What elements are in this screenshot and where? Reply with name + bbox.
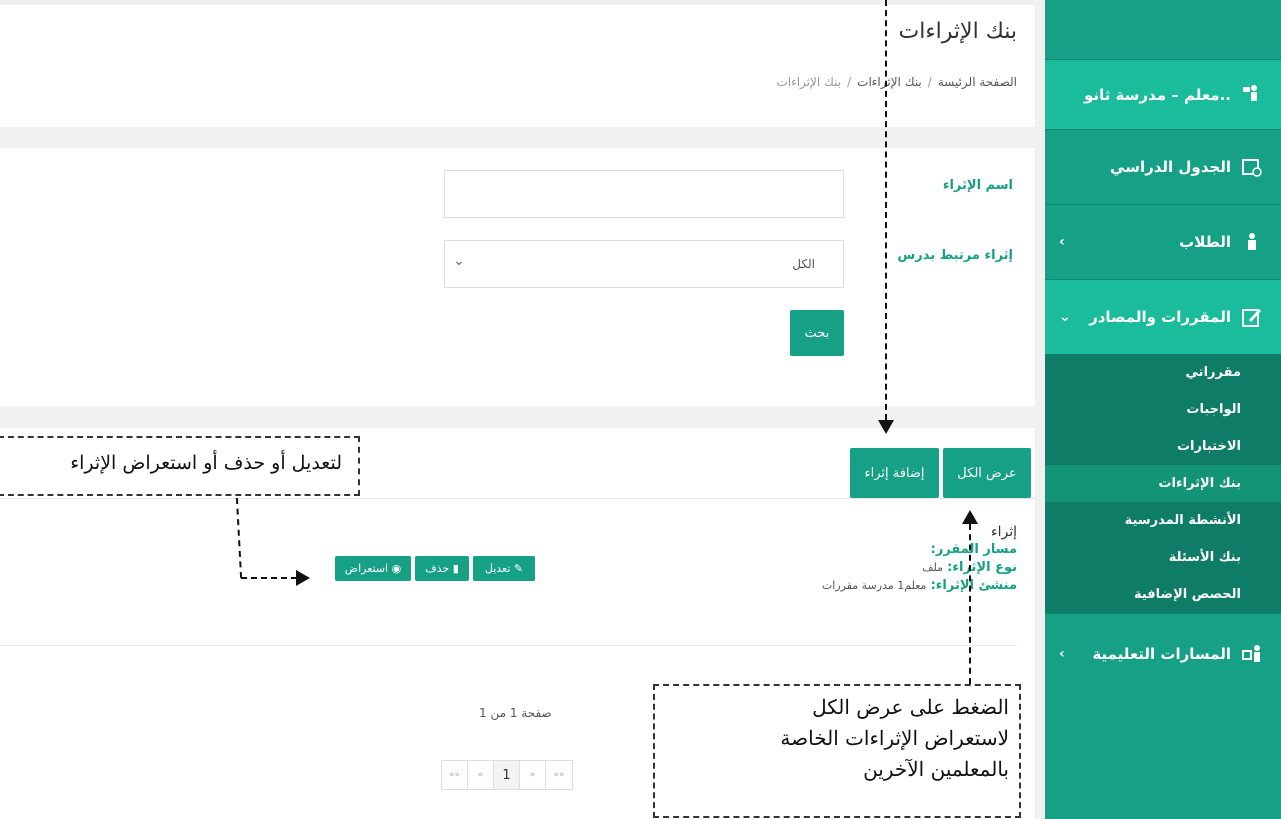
pager-current[interactable]: 1 bbox=[494, 761, 520, 789]
delete-button[interactable]: حذف ▮ bbox=[415, 556, 469, 581]
pencil-icon: ✎ bbox=[513, 562, 524, 575]
view-label: استعراض bbox=[344, 562, 389, 575]
submenu-item-homework[interactable]: الواجبات bbox=[1045, 391, 1281, 428]
sidebar-item-label: المسارات التعليمية bbox=[1092, 644, 1231, 663]
type-value: ملف bbox=[922, 561, 944, 574]
search-form: اسم الإثراء إثراء مرتبط بدرس الكل ⌄ بحث bbox=[0, 148, 1035, 406]
search-button[interactable]: بحث bbox=[790, 310, 844, 356]
item-title: إثراء bbox=[991, 524, 1017, 540]
name-label: اسم الإثراء bbox=[942, 178, 1013, 193]
annotation-arrow-head bbox=[878, 420, 894, 434]
pager-last[interactable]: »» bbox=[546, 761, 572, 789]
show-all-button[interactable]: عرض الكل bbox=[943, 448, 1031, 498]
course-path-label: مسار المقرر: bbox=[930, 542, 1017, 557]
sidebar: معلم – مدرسة ثانو.. الجدول الدراسي ‹ الط… bbox=[1045, 0, 1281, 819]
pager-prev[interactable]: « bbox=[468, 761, 494, 789]
pager-next[interactable]: » bbox=[520, 761, 546, 789]
sidebar-item-label: المقررات والمصادر bbox=[1089, 308, 1231, 326]
edit-label: تعديل bbox=[484, 562, 511, 575]
pagination: «« « 1 » »» bbox=[441, 760, 573, 790]
breadcrumb-enrichment[interactable]: بنك الإثراءات bbox=[857, 75, 922, 89]
annotation-arrow-line bbox=[241, 577, 297, 579]
sidebar-item-profile[interactable]: معلم – مدرسة ثانو.. bbox=[1045, 59, 1281, 129]
sidebar-item-students[interactable]: ‹ الطلاب bbox=[1045, 204, 1281, 279]
chevron-down-icon: ⌄ bbox=[1059, 309, 1071, 325]
courses-submenu: مقرراتي الواجبات الاختبارات بنك الإثراءا… bbox=[1045, 354, 1281, 613]
submenu-item-tests[interactable]: الاختبارات bbox=[1045, 428, 1281, 465]
breadcrumb-home[interactable]: الصفحة الرئيسة bbox=[938, 75, 1017, 89]
chevron-down-icon: ⌄ bbox=[453, 253, 465, 269]
sidebar-item-label: الطلاب bbox=[1179, 233, 1231, 251]
view-button[interactable]: استعراض ◉ bbox=[335, 556, 411, 581]
annotation-arrow-line bbox=[969, 524, 971, 684]
edit-button[interactable]: تعديل ✎ bbox=[473, 556, 535, 581]
sidebar-item-schedule[interactable]: الجدول الدراسي bbox=[1045, 129, 1281, 204]
chevron-left-icon: ‹ bbox=[1059, 645, 1065, 662]
show-all-annotation-line: لاستعراض الإثراءات الخاصة bbox=[780, 726, 1009, 750]
submenu-item-question-bank[interactable]: بنك الأسئلة bbox=[1045, 539, 1281, 576]
divider bbox=[0, 645, 1017, 646]
divider bbox=[0, 498, 1035, 499]
eye-icon: ◉ bbox=[391, 562, 402, 575]
lesson-select[interactable]: الكل ⌄ bbox=[444, 240, 844, 288]
submenu-item-activities[interactable]: الأنشطة المدرسية bbox=[1045, 502, 1281, 539]
teacher-icon bbox=[1241, 84, 1263, 106]
show-all-annotation-line: الضغط على عرض الكل bbox=[812, 695, 1009, 719]
add-enrichment-button[interactable]: إضافة إثراء bbox=[850, 448, 939, 498]
enrichment-item: إثراء مسار المقرر: نوع الإثراء: ملف منشئ… bbox=[822, 523, 1017, 595]
annotation-arrow-line bbox=[885, 0, 887, 420]
sidebar-item-label: معلم – مدرسة ثانو.. bbox=[1084, 85, 1231, 104]
submenu-item-extra-classes[interactable]: الحصص الإضافية bbox=[1045, 576, 1281, 613]
breadcrumb: الصفحة الرئيسة/بنك الإثراءات/بنك الإثراء… bbox=[776, 75, 1017, 89]
submenu-item-enrichment-bank[interactable]: بنك الإثراءات bbox=[1045, 465, 1281, 502]
annotation-arrow-head bbox=[962, 510, 978, 524]
students-icon bbox=[1241, 231, 1263, 253]
lesson-label: إثراء مرتبط بدرس bbox=[897, 248, 1013, 263]
edit-annotation-box: لتعديل أو حذف أو استعراض الإثراء bbox=[0, 436, 360, 496]
breadcrumb-current: بنك الإثراءات bbox=[776, 75, 842, 89]
trash-icon: ▮ bbox=[452, 562, 459, 575]
paths-icon bbox=[1241, 643, 1263, 665]
show-all-annotation-line: بالمعلمين الآخرين bbox=[863, 757, 1009, 781]
type-label: نوع الإثراء: bbox=[947, 560, 1017, 575]
pager-first[interactable]: «« bbox=[442, 761, 468, 789]
name-input[interactable] bbox=[444, 170, 844, 218]
calendar-icon bbox=[1241, 156, 1263, 178]
lesson-select-value: الكل bbox=[792, 257, 815, 271]
creator-label: منشئ الإثراء: bbox=[930, 578, 1017, 593]
edit-annotation-text: لتعديل أو حذف أو استعراض الإثراء bbox=[70, 452, 342, 474]
creator-value: معلم1 مدرسة مقررات bbox=[821, 579, 927, 592]
sidebar-top bbox=[1045, 0, 1281, 59]
sidebar-item-paths[interactable]: ‹ المسارات التعليمية bbox=[1045, 613, 1281, 693]
page-info: صفحة 1 من 1 bbox=[479, 706, 552, 720]
page-header: بنك الإثراءات الصفحة الرئيسة/بنك الإثراء… bbox=[0, 5, 1035, 127]
page-title: بنك الإثراءات bbox=[898, 19, 1018, 44]
sidebar-item-courses[interactable]: ⌄ المقررات والمصادر bbox=[1045, 279, 1281, 354]
show-all-annotation-box: الضغط على عرض الكل لاستعراض الإثراءات ال… bbox=[653, 684, 1021, 818]
submenu-item-my-courses[interactable]: مقرراتي bbox=[1045, 354, 1281, 391]
delete-label: حذف bbox=[425, 562, 450, 575]
chevron-left-icon: ‹ bbox=[1059, 234, 1065, 250]
sidebar-item-label: الجدول الدراسي bbox=[1110, 158, 1231, 176]
edit-icon bbox=[1241, 306, 1263, 328]
annotation-arrow-head bbox=[296, 570, 310, 586]
